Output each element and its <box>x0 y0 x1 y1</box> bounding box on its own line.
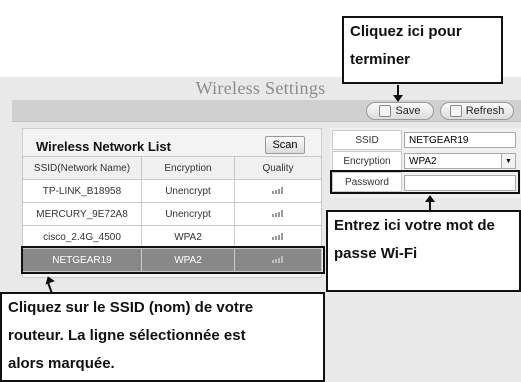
row-encryption: Unencrypt <box>141 202 235 226</box>
row-encryption: Unencrypt <box>141 179 235 203</box>
table-row[interactable]: MERCURY_9E72A8 Unencrypt <box>22 202 322 226</box>
arrowhead-down-icon <box>393 95 403 102</box>
callout-password: Entrez ici votre mot de passe Wi-Fi <box>326 210 521 292</box>
callout-ssid-line: Cliquez sur le SSID (nom) de votre <box>8 299 254 316</box>
refresh-icon <box>449 105 462 117</box>
encryption-label: Encryption <box>332 151 402 171</box>
refresh-button[interactable]: Refresh <box>440 102 514 120</box>
callout-finish-line: terminer <box>350 51 411 68</box>
password-highlight <box>330 170 520 194</box>
ssid-label: SSID <box>332 130 402 150</box>
table-header-row: SSID(Network Name) Encryption Quality <box>22 156 322 180</box>
selected-row-highlight <box>21 246 325 274</box>
column-header-encryption: Encryption <box>141 156 235 180</box>
refresh-button-label: Refresh <box>465 105 505 117</box>
signal-strength-icon <box>272 209 284 217</box>
callout-ssid-line: alors marquée. <box>8 355 115 372</box>
signal-strength-icon <box>272 232 284 240</box>
column-header-ssid: SSID(Network Name) <box>22 156 142 180</box>
row-ssid: TP-LINK_B18958 <box>22 179 142 203</box>
save-icon <box>379 105 392 117</box>
encryption-select[interactable]: WPA2 ▼ <box>404 153 516 169</box>
row-ssid: MERCURY_9E72A8 <box>22 202 142 226</box>
scan-button[interactable]: Scan <box>265 136 305 154</box>
callout-ssid-line: routeur. La ligne sélectionnée est <box>8 327 246 344</box>
callout-finish-line: Cliquez ici pour <box>350 23 462 40</box>
network-list-title: Wireless Network List <box>36 139 171 154</box>
ssid-input[interactable]: NETGEAR19 <box>404 132 516 148</box>
table-row[interactable]: TP-LINK_B18958 Unencrypt <box>22 179 322 203</box>
callout-password-line: Entrez ici votre mot de <box>334 217 495 234</box>
callout-finish: Cliquez ici pour terminer <box>342 16 503 84</box>
callout-ssid: Cliquez sur le SSID (nom) de votre route… <box>0 292 325 382</box>
encryption-selected-value: WPA2 <box>409 155 437 167</box>
arrowhead-up-icon <box>425 195 435 202</box>
column-header-quality: Quality <box>234 156 322 180</box>
chevron-down-icon[interactable]: ▼ <box>501 154 515 168</box>
callout-password-line: passe Wi-Fi <box>334 245 418 262</box>
signal-strength-icon <box>272 186 284 194</box>
save-button-label: Save <box>395 105 421 117</box>
save-button[interactable]: Save <box>366 102 434 120</box>
